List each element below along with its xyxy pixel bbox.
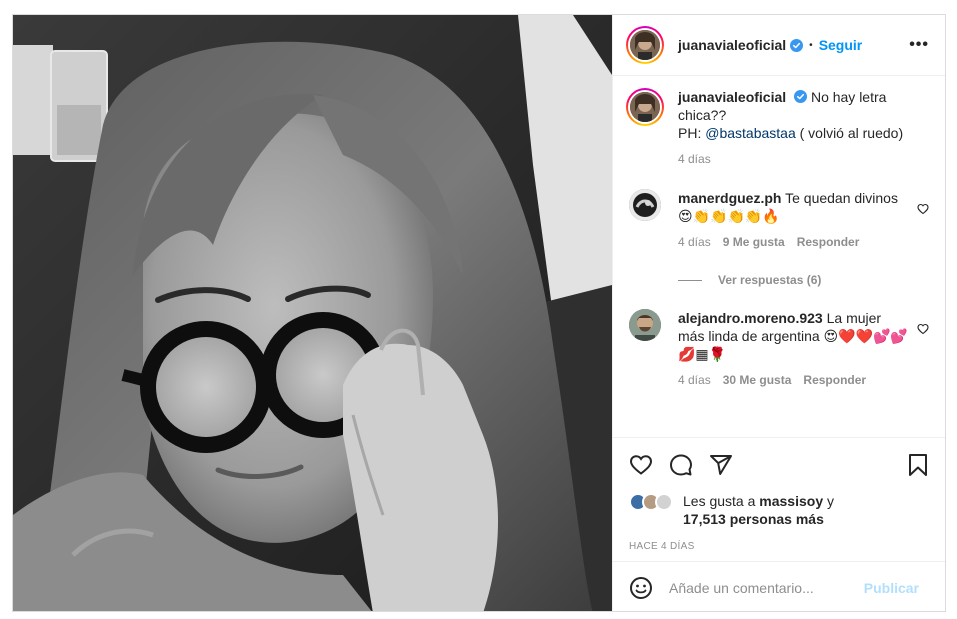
avatar xyxy=(630,92,660,122)
comment-likes-count[interactable]: 9 Me gusta xyxy=(723,233,785,251)
share-icon[interactable] xyxy=(709,453,733,477)
post-side-panel: juanavialeoficial • Seguir ••• juanavial… xyxy=(612,15,945,611)
caption-time[interactable]: 4 días xyxy=(678,150,711,168)
caption-mention-link[interactable]: @bastabastaa xyxy=(705,125,796,141)
caption-text-line2: chica?? xyxy=(678,107,727,123)
avatar xyxy=(630,30,660,60)
comment-like-heart-icon[interactable] xyxy=(917,203,929,215)
separator-dot: • xyxy=(809,39,813,51)
view-replies-button[interactable]: Ver respuestas (6) xyxy=(678,273,929,287)
comment-avatar[interactable] xyxy=(629,309,661,341)
comment-time[interactable]: 4 días xyxy=(678,233,711,251)
story-ring-avatar[interactable] xyxy=(626,26,664,64)
caption: juanavialeoficial No hay letra chica?? P… xyxy=(626,88,929,168)
likes-summary: Les gusta a massisoy y 17,513 personas m… xyxy=(629,492,929,528)
post-header: juanavialeoficial • Seguir ••• xyxy=(613,15,945,76)
liker-avatars[interactable] xyxy=(629,493,683,511)
portrait-image xyxy=(13,15,612,611)
comment-time[interactable]: 4 días xyxy=(678,371,711,389)
comment-input[interactable] xyxy=(669,579,864,596)
add-comment-bar: Publicar xyxy=(613,561,945,611)
post-photo[interactable] xyxy=(13,15,612,611)
comment-likes-count[interactable]: 30 Me gusta xyxy=(723,371,792,389)
comment-icon[interactable] xyxy=(669,453,693,477)
caption-ph-suffix: ( volvió al ruedo) xyxy=(799,125,904,141)
more-options-icon[interactable]: ••• xyxy=(909,36,929,54)
replies-divider xyxy=(678,279,702,281)
reply-button[interactable]: Responder xyxy=(797,233,860,251)
reply-button[interactable]: Responder xyxy=(803,371,866,389)
comment-like-heart-icon[interactable] xyxy=(917,323,929,335)
comment-username[interactable]: manerdguez.ph xyxy=(678,190,781,206)
post-age[interactable]: HACE 4 DÍAS xyxy=(629,541,929,552)
caption-ph-prefix: PH: xyxy=(678,125,702,141)
post-author-username[interactable]: juanavialeoficial xyxy=(678,37,786,53)
comment-item: manerdguez.ph Te quedan divinos 😍👏👏👏👏🔥 4… xyxy=(626,189,929,251)
bookmark-icon[interactable] xyxy=(907,453,929,477)
caption-avatar[interactable] xyxy=(626,88,664,126)
comment-avatar[interactable] xyxy=(629,189,661,221)
view-replies-label: Ver respuestas (6) xyxy=(718,273,822,287)
comment-username[interactable]: alejandro.moreno.923 xyxy=(678,310,823,326)
post-actions: Les gusta a massisoy y 17,513 personas m… xyxy=(613,437,945,561)
emoji-icon[interactable] xyxy=(629,576,653,600)
comment-item: alejandro.moreno.923 La mujer más linda … xyxy=(626,309,929,389)
verified-badge-icon xyxy=(794,90,808,103)
caption-text-line1: No hay letra xyxy=(810,89,887,105)
liker-username[interactable]: massisoy xyxy=(759,493,823,509)
likes-joiner: y xyxy=(827,493,834,509)
verified-badge-icon xyxy=(790,38,804,52)
comments-list[interactable]: juanavialeoficial No hay letra chica?? P… xyxy=(613,76,945,437)
caption-username[interactable]: juanavialeoficial xyxy=(678,89,786,105)
likes-others-count[interactable]: 17,513 personas más xyxy=(683,511,824,527)
publish-button[interactable]: Publicar xyxy=(864,580,919,596)
heart-icon[interactable] xyxy=(629,453,653,477)
follow-button[interactable]: Seguir xyxy=(819,37,863,53)
likes-prefix: Les gusta a xyxy=(683,493,756,509)
post-modal: juanavialeoficial • Seguir ••• juanavial… xyxy=(12,14,946,612)
